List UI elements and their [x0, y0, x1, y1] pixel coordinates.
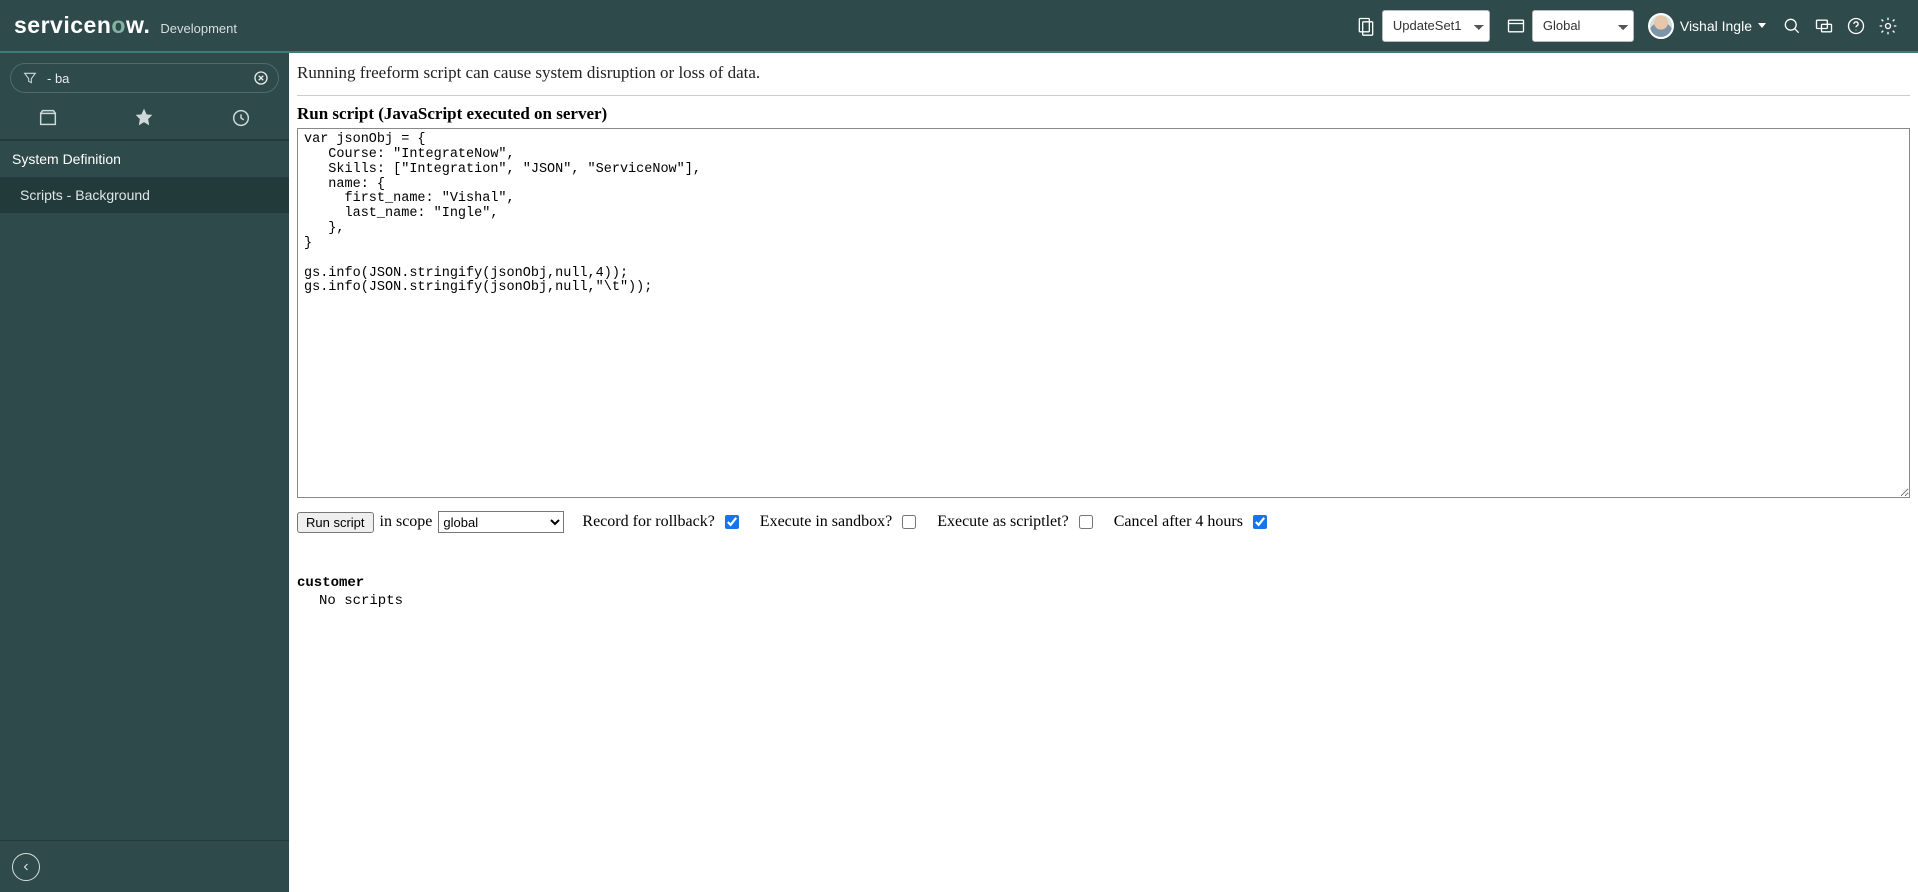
global-search-button[interactable]	[1776, 10, 1808, 42]
favorites-tab[interactable]	[97, 107, 192, 129]
filter-icon	[21, 69, 39, 87]
logo-prefix: service	[14, 12, 97, 38]
all-apps-tab[interactable]	[0, 107, 95, 129]
connect-chat-button[interactable]	[1808, 10, 1840, 42]
app-header: servicenow. Development UpdateSet1 Globa…	[0, 0, 1918, 53]
output-block: customer No scripts	[297, 575, 1910, 609]
logo: servicenow.	[14, 12, 150, 39]
filter-navigator-input[interactable]	[45, 70, 244, 87]
rollback-checkbox-label[interactable]: Record for rollback?	[582, 512, 741, 532]
filter-navigator	[10, 63, 279, 93]
cancel-text: Cancel after 4 hours	[1114, 513, 1243, 531]
clear-filter-button[interactable]	[252, 69, 270, 87]
logo-o: o	[111, 12, 126, 38]
rollback-checkbox[interactable]	[725, 515, 739, 529]
divider	[297, 95, 1910, 96]
rollback-text: Record for rollback?	[582, 513, 714, 531]
sandbox-text: Execute in sandbox?	[760, 513, 892, 531]
application-scope-icon[interactable]	[1500, 10, 1532, 42]
nav-item-scripts-background[interactable]: Scripts - Background	[0, 177, 289, 213]
settings-button[interactable]	[1872, 10, 1904, 42]
logo-n: n	[97, 12, 112, 38]
navigator-sidebar: System Definition Scripts - Background	[0, 53, 289, 892]
history-tab[interactable]	[193, 107, 288, 129]
application-scope-select[interactable]: Global	[1532, 10, 1634, 42]
nav-section-system-definition[interactable]: System Definition	[0, 140, 289, 177]
section-title: Run script (JavaScript executed on serve…	[297, 104, 1910, 124]
sandbox-checkbox[interactable]	[902, 515, 916, 529]
output-heading: customer	[297, 575, 1910, 591]
scope-select[interactable]: global	[438, 511, 564, 533]
help-button[interactable]	[1840, 10, 1872, 42]
scriptlet-text: Execute as scriptlet?	[937, 513, 1069, 531]
sidebar-footer	[0, 840, 289, 892]
scriptlet-checkbox-label[interactable]: Execute as scriptlet?	[937, 512, 1096, 532]
run-script-button[interactable]: Run script	[297, 512, 374, 533]
environment-label: Development	[160, 21, 237, 36]
cancel-checkbox-label[interactable]: Cancel after 4 hours	[1114, 512, 1270, 532]
update-set-picker-icon[interactable]	[1350, 10, 1382, 42]
logo-suffix: w.	[126, 12, 150, 38]
logo-block: servicenow. Development	[14, 12, 237, 39]
user-menu[interactable]: Vishal Ingle	[1648, 13, 1766, 39]
caret-down-icon	[1758, 23, 1766, 28]
navigator-tabs	[0, 99, 289, 140]
in-scope-label: in scope	[380, 513, 433, 531]
main-content: Running freeform script can cause system…	[289, 53, 1918, 892]
warning-text: Running freeform script can cause system…	[297, 61, 1910, 91]
output-body: No scripts	[297, 593, 1910, 609]
user-name: Vishal Ingle	[1680, 18, 1752, 34]
run-controls: Run script in scope global Record for ro…	[297, 511, 1910, 533]
scriptlet-checkbox[interactable]	[1079, 515, 1093, 529]
sandbox-checkbox-label[interactable]: Execute in sandbox?	[760, 512, 919, 532]
cancel-checkbox[interactable]	[1253, 515, 1267, 529]
update-set-select[interactable]: UpdateSet1	[1382, 10, 1490, 42]
collapse-navigator-button[interactable]	[12, 853, 40, 881]
script-textarea[interactable]	[297, 128, 1910, 498]
avatar	[1648, 13, 1674, 39]
